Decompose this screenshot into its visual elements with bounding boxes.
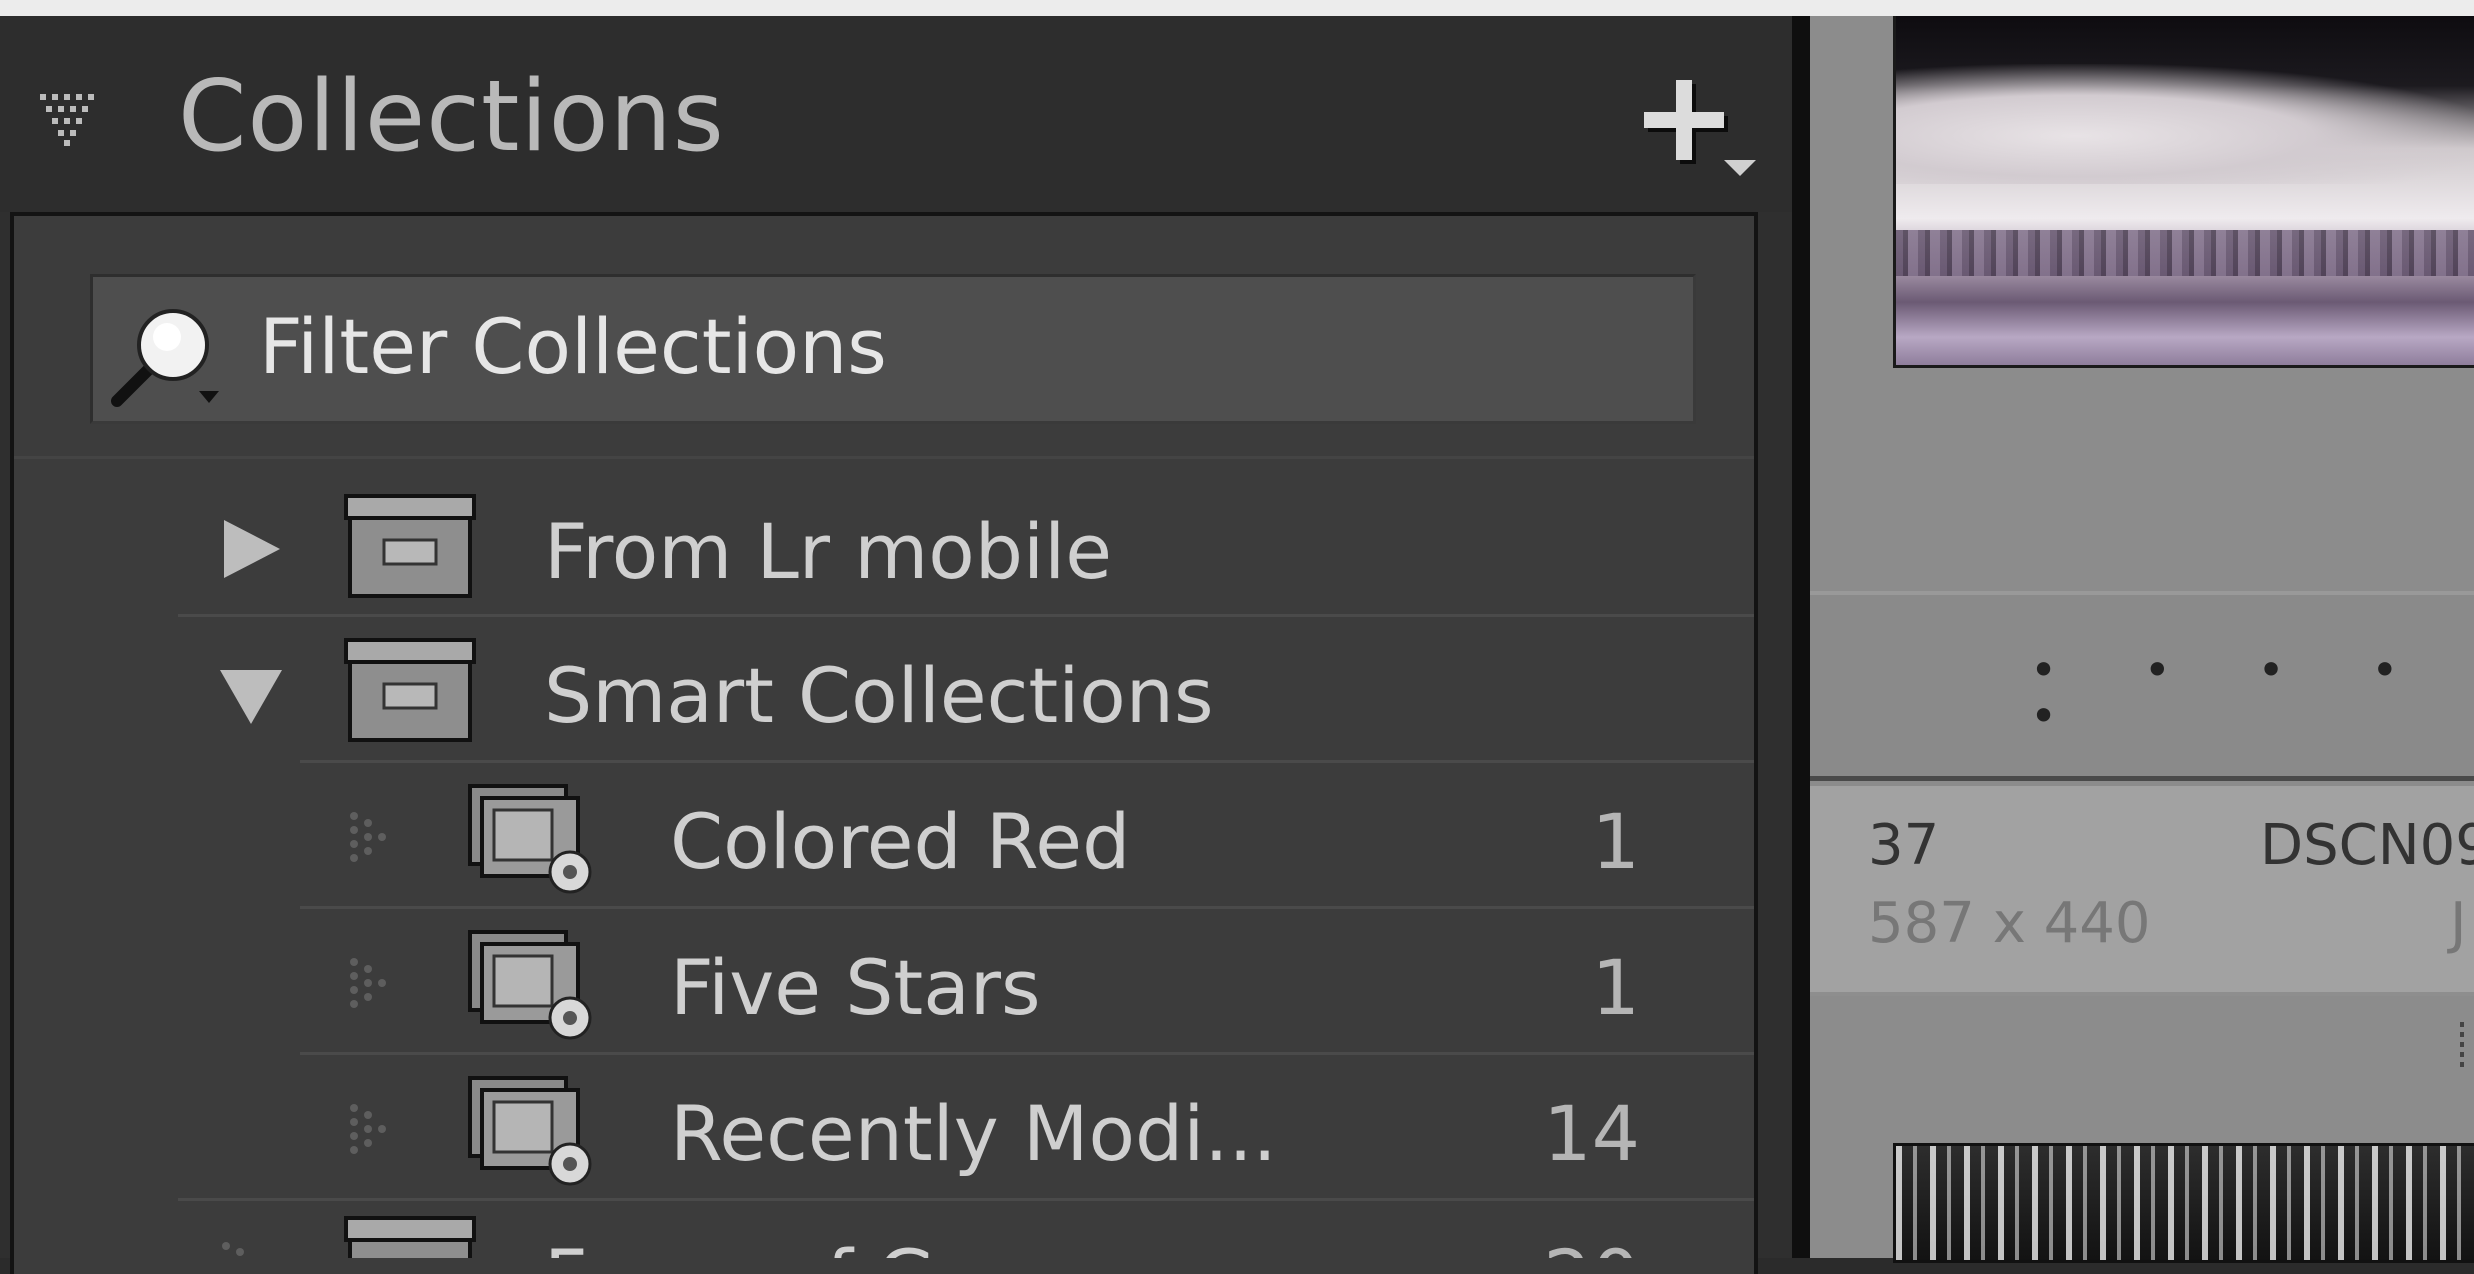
collection-set-box-icon	[344, 494, 476, 598]
scroll-handle[interactable]	[2460, 1022, 2464, 1070]
drag-handle-icon[interactable]	[218, 1236, 258, 1258]
collection-label: Recently Modi...	[670, 1089, 1277, 1178]
panel-divider[interactable]	[1792, 16, 1810, 1258]
image-dimensions: 587 x 440	[1868, 891, 2151, 956]
collection-set-from-lr-mobile[interactable]: From Lr mobile	[0, 472, 1748, 616]
grid-cell	[1810, 1000, 2474, 1263]
smart-collection-gear-icon	[468, 784, 592, 894]
collection-label: Faces of Grayson	[544, 1240, 1193, 1259]
collection-set-box-icon	[344, 1216, 476, 1258]
filter-placeholder: Filter Collections	[259, 302, 887, 391]
drag-handle-icon[interactable]	[346, 954, 396, 1010]
collection-label: Colored Red	[670, 797, 1131, 886]
cell-metadata: 37 DSCN09 587 x 440 J	[1810, 786, 2474, 996]
collection-count: 20	[1543, 1240, 1640, 1259]
smart-collection-recently-modified[interactable]: Recently Modi... 14	[0, 1054, 1748, 1198]
collection-set-smart-collections[interactable]: Smart Collections	[0, 616, 1748, 760]
smart-collection-gear-icon	[468, 1076, 592, 1186]
collections-panel: Collections Filter Collections From Lr m…	[0, 16, 1792, 1274]
panel-header: Collections	[0, 16, 1792, 212]
panel-collapse-icon[interactable]	[38, 88, 98, 148]
search-icon[interactable]	[107, 305, 227, 415]
rating-area[interactable]: • • • • •	[1810, 591, 2474, 781]
photo-treeline	[1896, 230, 2474, 276]
triangle-down-icon[interactable]	[216, 662, 286, 732]
drag-handle-icon[interactable]	[346, 808, 396, 864]
collection-count: 1	[1591, 943, 1640, 1032]
filter-collections-field[interactable]: Filter Collections	[90, 274, 1696, 424]
collection-count: 1	[1591, 797, 1640, 886]
metadata-extra: J	[2450, 891, 2467, 956]
add-collection-icon[interactable]	[1632, 72, 1762, 192]
divider	[14, 456, 1754, 459]
photo-thumbnail[interactable]	[1893, 16, 2474, 368]
window-top-strip	[0, 0, 2474, 16]
file-name: DSCN09	[2260, 813, 2474, 878]
collection-set-faces-of-grayson[interactable]: Faces of Grayson 20	[0, 1200, 1748, 1258]
smart-collection-gear-icon	[468, 930, 592, 1040]
triangle-right-icon[interactable]	[218, 514, 288, 584]
collection-label: From Lr mobile	[544, 507, 1112, 596]
rating-dots[interactable]: • • • • •	[2030, 647, 2474, 739]
photo-birch-trees	[1896, 1146, 2474, 1260]
smart-collection-colored-red[interactable]: Colored Red 1	[0, 762, 1748, 906]
photo-thumbnail[interactable]	[1893, 1143, 2474, 1263]
panel-title: Collections	[178, 60, 725, 174]
photo-cloud	[1896, 64, 2474, 184]
grid-view: • • • • • 37 DSCN09 587 x 440 J	[1810, 16, 2474, 1263]
cell-number: 37	[1868, 813, 1940, 878]
collection-set-box-icon	[344, 638, 476, 742]
drag-handle-icon[interactable]	[346, 1100, 396, 1156]
smart-collection-five-stars[interactable]: Five Stars 1	[0, 908, 1748, 1052]
collection-label: Five Stars	[670, 943, 1041, 1032]
collection-count: 14	[1543, 1089, 1640, 1178]
collection-label: Smart Collections	[544, 651, 1214, 740]
